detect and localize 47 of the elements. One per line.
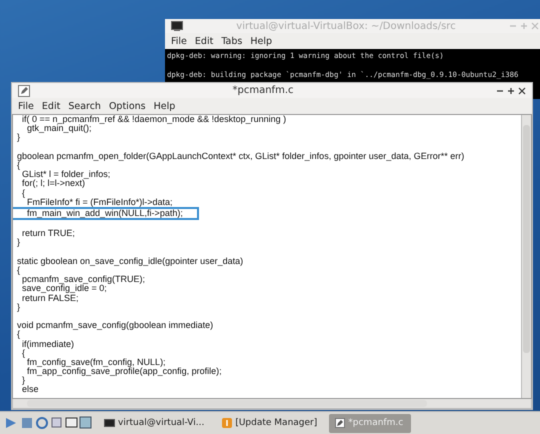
window-title: virtual@virtual-VirtualBox: ~/Downloads/src xyxy=(235,20,457,32)
code-line: } xyxy=(17,133,22,143)
code-line: } xyxy=(17,238,22,248)
menu-item[interactable]: Options xyxy=(108,100,146,112)
launcher-icons-drawing[interactable] xyxy=(4,415,92,431)
code-line: gboolean pcmanfm_open_folder(GAppLaunchContext* ctx, GList* folder_infos, gpointer user_data, GError** err) xyxy=(17,152,466,161)
code-line: else xyxy=(21,385,40,395)
code-line: GList* l = folder_infos; xyxy=(21,170,112,180)
horizontal-scrollbar[interactable] xyxy=(12,399,532,409)
taskbar-task[interactable]: [Update Manager] xyxy=(216,414,324,432)
code-line: pcmanfm_save_config(TRUE); xyxy=(21,275,146,284)
update-icon xyxy=(222,418,232,428)
menu-item[interactable]: Help xyxy=(250,36,272,46)
menu-item[interactable]: Search xyxy=(68,100,101,112)
menu-item[interactable]: Edit xyxy=(194,36,214,46)
menu-item[interactable]: Edit xyxy=(42,100,60,112)
code-line: { xyxy=(17,266,22,276)
code-line: static gboolean on_save_config_idle(gpointer user_data) xyxy=(17,256,244,266)
code-line: FmFileInfo* fi = (FmFileInfo*)l->data; xyxy=(26,198,174,207)
window-controls-icon[interactable] xyxy=(496,86,526,94)
code-line: { xyxy=(17,160,20,170)
code-line: if(immediate) xyxy=(21,340,76,349)
code-line: save_config_idle = 0; xyxy=(21,284,107,294)
menu-item[interactable]: Tabs xyxy=(221,36,242,46)
code-line: } xyxy=(21,376,26,386)
menu-item[interactable]: Help xyxy=(154,100,176,112)
taskbar-task[interactable]: virtual@virtual-Vi... xyxy=(98,414,210,432)
code-line: fm_app_config_save_profile(app_config, profile); xyxy=(26,367,223,376)
code-line: { xyxy=(21,188,26,198)
code-line: if( 0 == n_pcmanfm_ref && !daemon_mode && !desktop_running ) xyxy=(21,115,288,124)
code-line: { xyxy=(17,330,22,340)
code-line: return FALSE; xyxy=(21,294,79,303)
terminal-icon xyxy=(171,21,183,31)
menu-item[interactable]: File xyxy=(18,100,34,112)
window-title: *pcmanfm.c xyxy=(232,85,294,96)
code-line: } xyxy=(17,302,22,312)
menu-item[interactable]: File xyxy=(171,36,187,46)
code-line: for(; l; l=l->next) xyxy=(21,179,86,188)
code-line: fm_config_save(fm_config, NULL); xyxy=(26,358,167,368)
vertical-scrollbar[interactable] xyxy=(521,115,531,398)
code-line: { xyxy=(21,348,26,358)
code-line: gtk_main_quit(); xyxy=(27,124,92,134)
pencil-icon xyxy=(335,418,346,428)
code-line: void pcmanfm_save_config(gboolean immediate) xyxy=(17,321,214,330)
terminal-icon xyxy=(104,418,115,428)
code-line: return TRUE; xyxy=(21,229,76,238)
pencil-icon xyxy=(18,84,30,96)
